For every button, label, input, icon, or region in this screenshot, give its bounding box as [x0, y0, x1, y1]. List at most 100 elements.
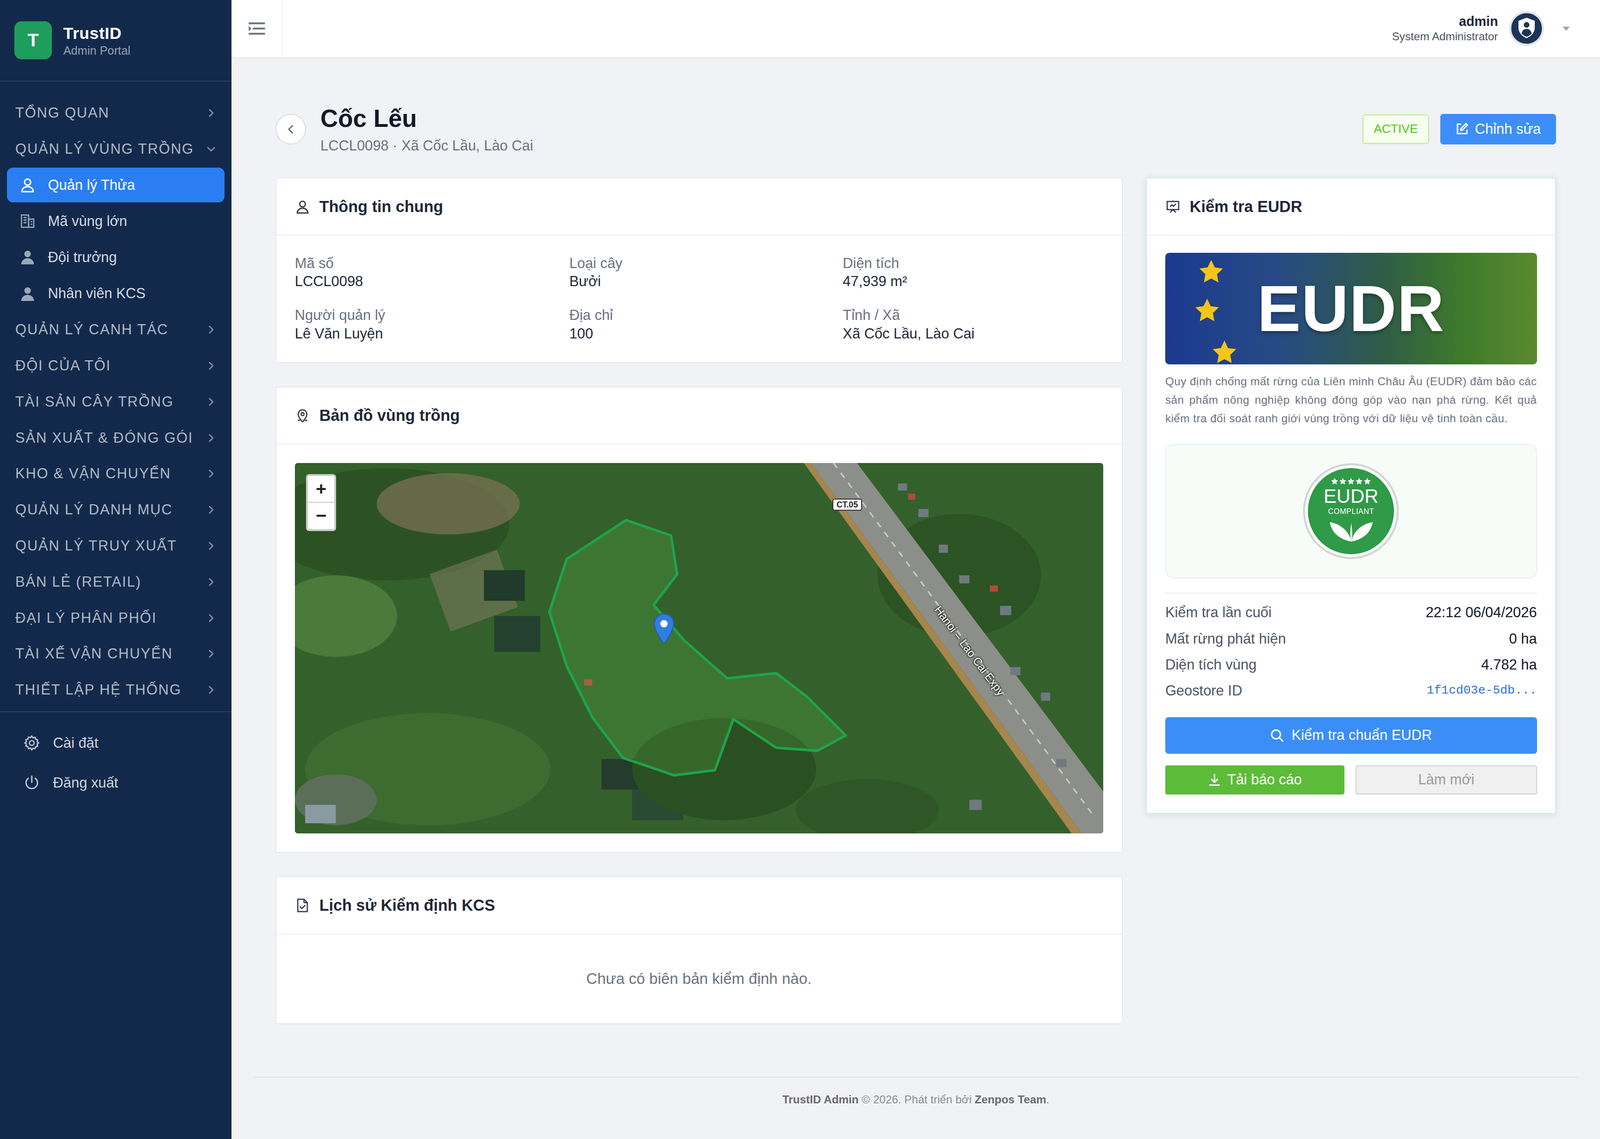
stat-row: Geostore ID1f1cd03e-5db...	[1165, 677, 1538, 704]
sidebar-section[interactable]: QUẢN LÝ DANH MỤC	[0, 491, 232, 528]
brand-text: TrustIDAdmin Portal	[63, 23, 131, 58]
sidebar-nav: TỔNG QUAN QUẢN LÝ VÙNG TRỒNGQuản lý ThửaM…	[0, 81, 232, 712]
sidebar-section-label: TỔNG QUAN	[15, 102, 110, 124]
brand-logo: T	[14, 21, 53, 60]
sidebar-section[interactable]: BÁN LẺ (RETAIL)	[0, 563, 232, 600]
footer-part: .	[1046, 1093, 1050, 1106]
page-body: Thông tin chungMã sốLCCL0098Loại câyBưởi…	[275, 177, 1557, 1024]
user-menu[interactable]: adminSystem Administrator	[1392, 11, 1600, 46]
refresh-label: Làm mới	[1418, 768, 1475, 791]
kcs-body: Chưa có biên bản kiểm định nào.	[276, 934, 1122, 1024]
sidebar-section-label: KHO & VẬN CHUYỂN	[15, 462, 171, 485]
stat-row: Kiểm tra lần cuối22:12 06/04/2026	[1165, 600, 1538, 626]
chevron-right-icon	[206, 360, 217, 371]
sidebar-section-label: TÀI SẢN CÂY TRỒNG	[15, 391, 174, 413]
stat-row: Diện tích vùng4.782 ha	[1165, 651, 1538, 678]
sidebar-item[interactable]: Quản lý Thửa	[6, 167, 225, 203]
leaves-icon	[1327, 518, 1375, 543]
chevron-right-icon	[206, 684, 217, 695]
brand-subtitle: Admin Portal	[63, 43, 131, 58]
sidebar-section-label: QUẢN LÝ CANH TÁC	[15, 318, 169, 341]
sidebar-section[interactable]: KHO & VẬN CHUYỂN	[0, 456, 232, 493]
sidebar-item-label: Đội trưởng	[48, 246, 118, 269]
download-report-button[interactable]: Tải báo cáo	[1165, 765, 1345, 795]
sidebar-section-label: QUẢN LÝ TRUY XUẤT	[15, 535, 177, 557]
sidebar-section-label: BÁN LẺ (RETAIL)	[15, 571, 142, 593]
download-label: Tải báo cáo	[1227, 768, 1302, 791]
info-field: Địa chỉ100	[569, 306, 844, 343]
info-label: Người quản lý	[294, 306, 570, 325]
sidebar-section[interactable]: SẢN XUẤT & ĐÓNG GÓI	[0, 419, 232, 457]
sidebar-section-label: ĐẠI LÝ PHÂN PHỐI	[15, 607, 157, 629]
info-field: Diện tích47,939 m²	[842, 254, 1104, 291]
eudr-check-button[interactable]: Kiểm tra chuẩn EUDR	[1165, 717, 1538, 754]
content: Cốc LếuLCCL0098 · Xã Cốc Lầu, Lào Cai ACT…	[231, 58, 1600, 1025]
back-button[interactable]	[275, 113, 307, 145]
eudr-stats: Kiểm tra lần cuối22:12 06/04/2026Mất rừn…	[1165, 592, 1538, 704]
sidebar-item[interactable]: Nhân viên KCS	[6, 276, 225, 312]
download-icon	[1207, 773, 1222, 787]
sidebar-section[interactable]: ĐỘI CỦA TÔI	[0, 347, 232, 384]
empty-message: Chưa có biên bản kiểm định nào.	[586, 967, 812, 991]
info-label: Diện tích	[842, 254, 1104, 273]
sidebar-section[interactable]: TỔNG QUAN	[0, 94, 232, 132]
stat-value: 1f1cd03e-5db...	[1426, 681, 1538, 700]
road-shield: CT.05	[832, 498, 862, 511]
info-value: LCCL0098	[294, 272, 570, 291]
status-badge: ACTIVE	[1362, 114, 1430, 144]
card-title: Thông tin chung	[319, 194, 444, 219]
power-icon	[23, 774, 40, 791]
sidebar-section[interactable]: TÀI XẾ VẬN CHUYỂN	[0, 636, 232, 673]
document-check-icon	[294, 897, 311, 913]
brand: T TrustIDAdmin Portal	[0, 0, 232, 82]
stat-value: 0 ha	[1509, 628, 1538, 650]
chevron-right-icon	[206, 107, 217, 119]
sidebar-footer-label: Đăng xuất	[53, 772, 119, 794]
info-value: 100	[569, 324, 844, 344]
page-title-group: Cốc LếuLCCL0098 · Xã Cốc Lầu, Lào Cai	[275, 103, 533, 156]
chevron-right-icon	[206, 504, 217, 515]
card-title: Bản đồ vùng trồng	[319, 403, 461, 428]
sidebar-section[interactable]: ĐẠI LÝ PHÂN PHỐI	[0, 600, 232, 637]
info-value: Xã Cốc Lầu, Lào Cai	[842, 324, 1104, 344]
chevron-down-icon	[206, 143, 217, 155]
stat-value: 4.782 ha	[1481, 654, 1538, 676]
eudr-description: Quy định chống mất rừng của Liên minh Ch…	[1165, 372, 1538, 428]
chevron-right-icon	[206, 432, 217, 444]
sidebar-section[interactable]: TÀI SẢN CÂY TRỒNG	[0, 383, 232, 420]
left-column: Thông tin chungMã sốLCCL0098Loại câyBưởi…	[275, 177, 1123, 1024]
map[interactable]: +−CT.05Hanoi – Lao Cai Expy	[294, 462, 1104, 834]
sidebar-section[interactable]: QUẢN LÝ TRUY XUẤT	[0, 527, 232, 564]
edit-button-label: Chỉnh sửa	[1475, 118, 1541, 140]
zoom-control: +−	[306, 474, 337, 532]
edit-button[interactable]: Chỉnh sửa	[1440, 113, 1557, 145]
search-icon	[1269, 728, 1285, 743]
sidebar-section[interactable]: QUẢN LÝ VÙNG TRỒNG	[0, 131, 232, 168]
sidebar-footer-item[interactable]: Cài đặt	[0, 723, 232, 763]
eudr-banner: EUDR	[1165, 252, 1538, 364]
chevron-right-icon	[206, 612, 217, 624]
sidebar-item[interactable]: Mã vùng lớn	[6, 203, 225, 239]
info-label: Loại cây	[569, 254, 844, 273]
info-label: Địa chỉ	[569, 306, 844, 325]
stat-label: Kiểm tra lần cuối	[1165, 601, 1272, 624]
info-field: Người quản lýLê Văn Luyện	[294, 306, 570, 343]
eudr-check-label: Kiểm tra chuẩn EUDR	[1291, 724, 1432, 746]
chevron-left-icon	[284, 123, 297, 136]
zoom-in-button[interactable]: +	[307, 475, 335, 503]
page-actions: ACTIVE Chỉnh sửa	[1362, 113, 1557, 145]
chevron-right-icon	[206, 324, 217, 335]
card-header: Lịch sử Kiểm định KCS	[276, 876, 1122, 934]
sidebar-footer-item[interactable]: Đăng xuất	[0, 762, 232, 803]
menu-toggle[interactable]	[231, 0, 283, 58]
sidebar-section[interactable]: QUẢN LÝ CANH TÁC	[0, 311, 232, 348]
app: T TrustIDAdmin Portal TỔNG QUAN QUẢN LÝ VÙN…	[0, 0, 1600, 1139]
eudr-body: EUDR Quy định chống mất rừng của Liên min…	[1146, 235, 1556, 813]
sidebar-section[interactable]: THIẾT LẬP HỆ THỐNG	[0, 671, 232, 708]
chevron-right-icon	[206, 540, 217, 551]
zoom-out-button[interactable]: −	[307, 502, 335, 530]
sidebar-item[interactable]: Đội trưởng	[6, 240, 225, 275]
sidebar-footer-label: Cài đặt	[53, 732, 99, 754]
chevron-right-icon	[206, 468, 217, 479]
map-marker[interactable]	[652, 612, 675, 645]
